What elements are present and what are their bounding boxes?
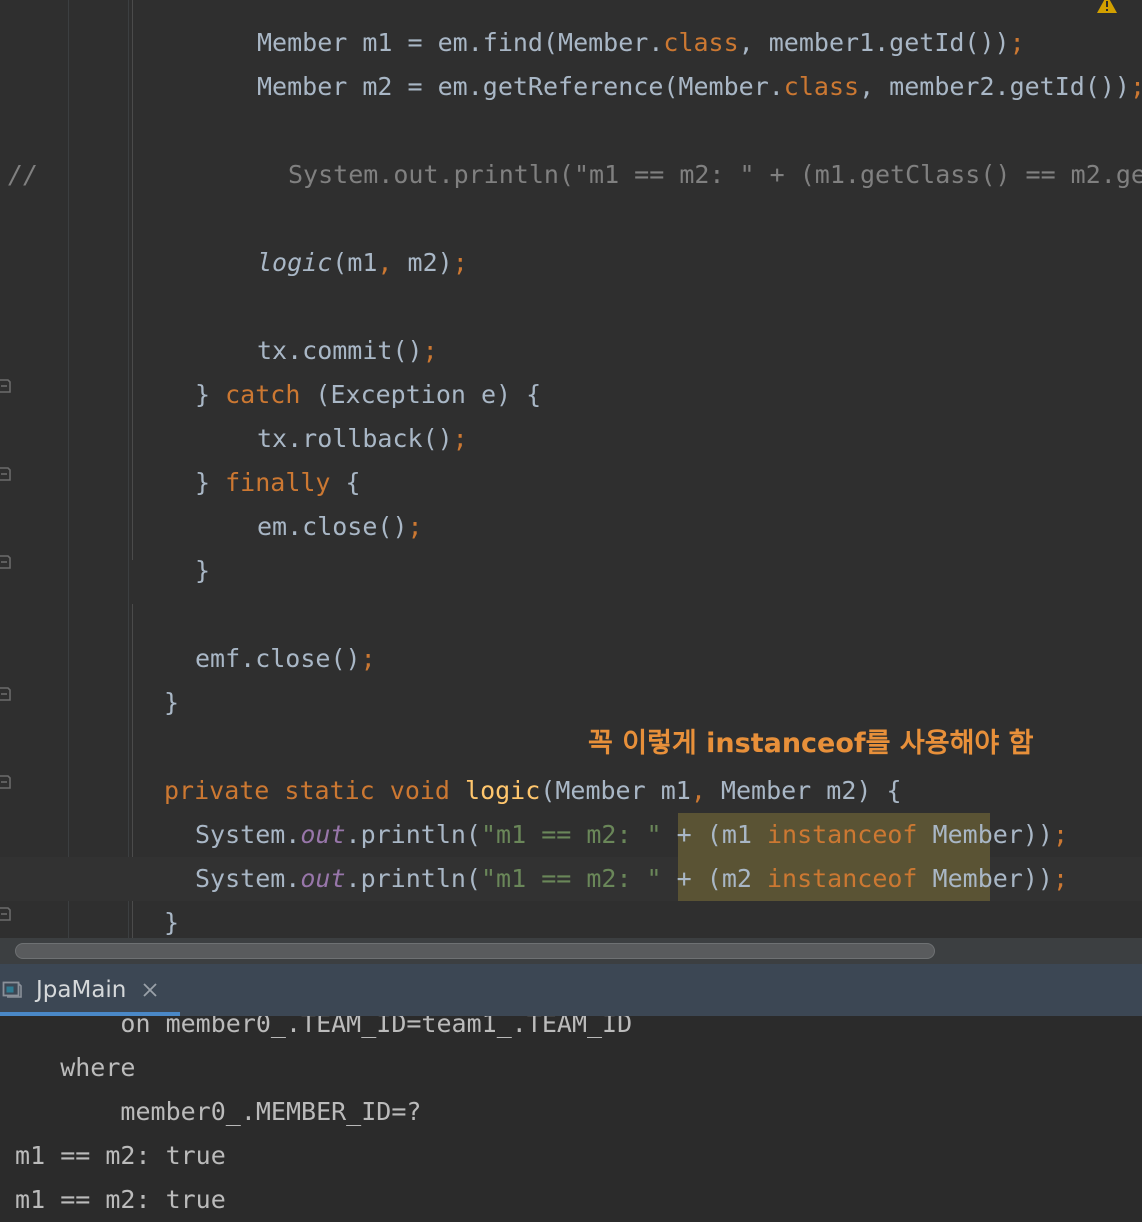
run-tab-label: JpaMain	[36, 977, 127, 1003]
code-line: System.out.println("m1 == m2: " + (m1.ge…	[0, 153, 1142, 197]
code-line: Member m1 = em.find(Member.class, member…	[0, 21, 1142, 65]
code-token: {	[330, 468, 361, 497]
code-line: }	[0, 549, 1142, 593]
code-token: ,	[690, 776, 706, 805]
horizontal-scrollbar-thumb[interactable]	[15, 943, 935, 959]
code-token: class	[783, 72, 860, 101]
code-token: + (m2	[661, 864, 767, 893]
code-token: ;	[452, 424, 468, 453]
console-line: member0_.MEMBER_ID=?	[0, 1097, 422, 1126]
code-token: + (m1	[661, 820, 767, 849]
code-token: .println(	[345, 820, 481, 849]
code-token: tx.rollback()	[257, 424, 453, 453]
code-token: out	[300, 820, 346, 849]
code-token: Member m2) {	[705, 776, 902, 805]
code-token: Member m2 = em.getReference(Member.	[257, 72, 784, 101]
run-configuration-icon	[0, 978, 24, 1002]
annotation-text: 꼭 이렇게 instanceof를 사용해야 함	[588, 728, 1034, 759]
code-token: (Exception e) {	[300, 380, 542, 409]
code-token: private static void	[164, 776, 466, 805]
code-line: }	[0, 681, 1142, 725]
code-token: }	[195, 556, 211, 585]
run-tool-window: JpaMain on member0_.TEAM_ID=team1_.TEAM_…	[0, 964, 1142, 1222]
code-token: ;	[422, 336, 438, 365]
code-token: emf.close()	[195, 644, 361, 673]
console-line: m1 == m2: true	[0, 1185, 226, 1214]
code-token: instanceof	[766, 820, 918, 849]
code-token: logic	[465, 776, 541, 805]
code-token: System.out.println("m1 == m2: " + (m1.ge…	[288, 160, 1142, 189]
code-token: System.	[195, 864, 301, 893]
code-token: (m1	[332, 248, 378, 277]
code-editor[interactable]: Member m1 = em.find(Member.class, member…	[0, 0, 1142, 938]
comment-marker: //	[8, 160, 39, 189]
code-line: Member m2 = em.getReference(Member.class…	[0, 65, 1142, 109]
run-tab-bar: JpaMain	[0, 964, 1142, 1016]
code-token: ;	[1130, 72, 1142, 101]
console-line: on member0_.TEAM_ID=team1_.TEAM_ID	[0, 1016, 633, 1038]
code-token: instanceof	[766, 864, 918, 893]
code-token: "m1 == m2: "	[480, 820, 662, 849]
run-tab-jpamain[interactable]: JpaMain	[0, 964, 160, 1016]
code-line: em.close();	[0, 505, 1142, 549]
code-token: logic	[257, 248, 333, 277]
code-token: ;	[1009, 28, 1025, 57]
code-line: }	[0, 901, 1142, 938]
code-token: ;	[360, 644, 376, 673]
code-lines: Member m1 = em.find(Member.class, member…	[0, 0, 1142, 938]
code-token: class	[663, 28, 739, 57]
code-line: System.out.println("m1 == m2: " + (m1 in…	[0, 813, 1142, 857]
code-token: ,	[377, 248, 393, 277]
code-token: ;	[1052, 864, 1069, 893]
code-token: ;	[1052, 820, 1069, 849]
code-token: m2)	[392, 248, 453, 277]
code-token: finally	[225, 468, 331, 497]
console-output[interactable]: on member0_.TEAM_ID=team1_.TEAM_ID where…	[0, 1016, 1142, 1222]
horizontal-scrollbar-track[interactable]	[0, 938, 1142, 964]
code-token: }	[164, 688, 180, 717]
code-token: "m1 == m2: "	[480, 864, 662, 893]
code-token: }	[195, 468, 226, 497]
code-line: tx.rollback();	[0, 417, 1142, 461]
code-line: tx.commit();	[0, 329, 1142, 373]
code-token: (Member m1	[540, 776, 691, 805]
code-line: emf.close();	[0, 637, 1142, 681]
ide-window: Member m1 = em.find(Member.class, member…	[0, 0, 1142, 1222]
code-token: tx.commit()	[257, 336, 423, 365]
console-line: m1 == m2: true	[0, 1141, 226, 1170]
code-token: em.close()	[257, 512, 408, 541]
code-token: Member))	[917, 864, 1053, 893]
code-line: private static void logic(Member m1, Mem…	[0, 769, 1142, 813]
code-line: } catch (Exception e) {	[0, 373, 1142, 417]
code-line: logic(m1, m2);	[0, 241, 1142, 285]
code-token: ;	[407, 512, 423, 541]
code-line: System.out.println("m1 == m2: " + (m2 in…	[0, 857, 1142, 901]
code-token: .println(	[345, 864, 481, 893]
code-token: , member1.getId())	[738, 28, 1010, 57]
console-line: where	[0, 1053, 136, 1082]
code-token: ;	[452, 248, 468, 277]
code-token: out	[300, 864, 346, 893]
close-icon[interactable]	[140, 980, 160, 1000]
code-token: System.	[195, 820, 301, 849]
code-token: }	[195, 380, 226, 409]
code-token: Member m1 = em.find(Member.	[257, 28, 664, 57]
code-token: , member2.getId())	[859, 72, 1130, 101]
code-token: catch	[225, 380, 301, 409]
code-token: Member))	[917, 820, 1053, 849]
code-token: }	[164, 908, 180, 937]
code-line: } finally {	[0, 461, 1142, 505]
